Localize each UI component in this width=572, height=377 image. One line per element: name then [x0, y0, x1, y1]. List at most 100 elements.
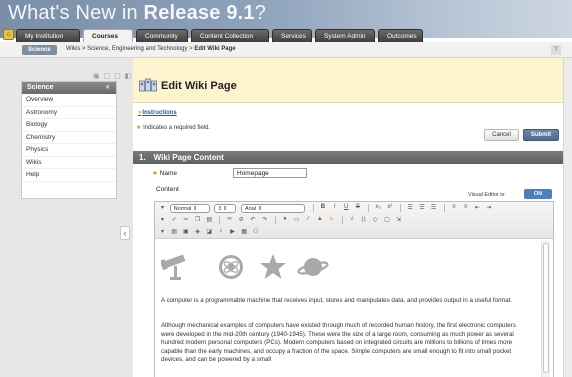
paragraph-1: A computer is a programmable machine tha… [161, 297, 513, 304]
sidebar-item-wikis[interactable]: Wikis [22, 157, 116, 169]
cancel-button[interactable]: Cancel [484, 129, 519, 141]
telescope-icon [159, 254, 329, 280]
web-link-icon[interactable]: ● [280, 216, 289, 222]
sidebar-item-astronomy[interactable]: Astronomy [22, 107, 116, 119]
highlight-icon[interactable]: ✎ [327, 216, 336, 223]
tab-outcomes[interactable]: Outcomes [378, 29, 423, 42]
copy-icon[interactable]: ❐ [193, 216, 202, 223]
close-icon[interactable]: ✕ [105, 82, 110, 94]
indent-icon[interactable]: ⇥ [484, 204, 493, 211]
size-select[interactable]: 3 ⇕ [214, 204, 237, 213]
paste-icon[interactable]: ▤ [205, 216, 214, 223]
instructions-link[interactable]: »Instructions [138, 110, 177, 116]
tab-my-institution[interactable]: My Institution [16, 29, 80, 42]
expand-arrow-icon: » [138, 110, 142, 116]
paragraph-2: Although mechanical examples of computer… [161, 322, 516, 364]
wiki-people-icon [139, 78, 157, 92]
preview-icon[interactable]: ▢ [382, 216, 391, 223]
page-title: Edit Wiki Page [161, 80, 237, 92]
underline-icon[interactable]: U [342, 204, 351, 210]
sidebar-item-help[interactable]: Help [22, 169, 116, 182]
visual-editor-label: Visual Editor is: [468, 192, 506, 198]
italic-icon[interactable]: I [330, 204, 339, 210]
link-icon[interactable]: ∞ [225, 216, 234, 222]
toolbar-toggle-icon[interactable]: ▾ [158, 216, 167, 223]
math-icon[interactable]: √ [347, 216, 356, 222]
toolbar-toggle-icon[interactable]: ▾ [158, 204, 167, 211]
align-right-icon[interactable]: ☰ [429, 204, 438, 211]
main-content: Edit Wiki Page »Instructions ★ Indicates… [133, 58, 564, 377]
required-star-icon: ★ [136, 125, 142, 131]
top-tab-bar: ⌂ My Institution Courses Community Conte… [0, 28, 572, 42]
editor-toolbar: ▾ Normal ⇕ 3 ⇕ Arial ⇕ B I U S x₂ x² ☰ ☰… [155, 202, 553, 239]
breadcrumb-links[interactable]: Wikis > Science, Engineering and Technol… [66, 46, 194, 52]
rich-text-editor: ▾ Normal ⇕ 3 ⇕ Arial ⇕ B I U S x₂ x² ☰ ☰… [154, 201, 554, 377]
html-code-icon[interactable]: ⟨⟩ [359, 216, 368, 223]
wiki-icon[interactable]: ⚇ [251, 228, 260, 235]
spellcheck-icon[interactable]: ✓ [170, 216, 179, 223]
insert-flash-icon[interactable]: ◪ [205, 228, 214, 235]
redo-icon[interactable]: ↷ [260, 216, 269, 223]
undo-icon[interactable]: ↶ [248, 216, 257, 223]
content-label: Content [156, 186, 179, 193]
science-icons [159, 252, 331, 280]
course-sidebar: ▣ ▢ ▢ ◧ Science ✕ Overview Astronomy Bio… [0, 58, 133, 377]
font-select[interactable]: Arial ⇕ [241, 204, 306, 213]
tab-services[interactable]: Services [272, 29, 312, 42]
sidebar-tools-icons[interactable]: ▣ ▢ ▢ ◧ [93, 72, 132, 80]
strikethrough-icon[interactable]: S [353, 204, 362, 210]
required-star-icon: ★ [152, 170, 158, 177]
course-pill[interactable]: Science [22, 45, 57, 55]
insert-mashup-icon[interactable]: ▦ [240, 228, 249, 235]
source-icon[interactable]: ◇ [371, 216, 380, 223]
sidebar-item-physics[interactable]: Physics [22, 144, 116, 157]
expand-icon[interactable]: ⇲ [394, 216, 403, 223]
unlink-icon[interactable]: ⊘ [237, 216, 246, 223]
sidebar-item-overview[interactable]: Overview [22, 94, 116, 107]
submit-button[interactable]: Submit [523, 129, 559, 141]
cut-icon[interactable]: ✂ [181, 216, 190, 223]
tab-community[interactable]: Community [136, 29, 188, 42]
align-center-icon[interactable]: ☰ [417, 204, 426, 211]
course-menu-header[interactable]: Science ✕ [22, 82, 116, 94]
editor-scroll-thumb[interactable] [543, 243, 549, 373]
insert-image-icon[interactable]: ▣ [181, 228, 190, 235]
visual-editor-toggle[interactable]: ON [524, 189, 552, 199]
tab-content-collection[interactable]: Content Collection [191, 29, 269, 42]
format-select[interactable]: Normal ⇕ [169, 204, 210, 213]
course-menu-title: Science [27, 84, 54, 91]
numbered-list-icon[interactable]: ≡ [449, 204, 458, 210]
editor-body[interactable]: A computer is a programmable machine tha… [155, 240, 553, 377]
banner-title: What's New in Release 9.1? [8, 2, 267, 24]
name-label: ★ Name [152, 170, 177, 177]
bullet-list-icon[interactable]: ≡ [461, 204, 470, 210]
sidebar-item-chemistry[interactable]: Chemistry [22, 132, 116, 144]
superscript-icon[interactable]: x² [385, 204, 394, 210]
text-color-icon[interactable]: ▲ [315, 216, 324, 222]
name-field[interactable] [233, 168, 307, 178]
align-left-icon[interactable]: ☰ [406, 204, 415, 211]
tab-courses[interactable]: Courses [83, 29, 133, 42]
toolbar-toggle-icon[interactable]: ▾ [158, 228, 167, 235]
subscript-icon[interactable]: x₂ [374, 204, 383, 210]
tab-system-admin[interactable]: System Admin [315, 29, 375, 42]
outdent-icon[interactable]: ⇤ [473, 204, 482, 211]
page-scrollbar[interactable] [563, 58, 572, 377]
attach-file-icon[interactable]: ▤ [170, 228, 179, 235]
required-note: ★ Indicates a required field. [136, 125, 211, 131]
insert-audio-icon[interactable]: ♪ [216, 228, 225, 234]
breadcrumb-trail: Wikis > Science, Engineering and Technol… [66, 46, 236, 52]
editor-scrollbar[interactable] [541, 241, 550, 377]
home-icon[interactable]: ⌂ [3, 29, 14, 40]
sidebar-item-biology[interactable]: Biology [22, 119, 116, 132]
page-header: Edit Wiki Page [133, 58, 564, 103]
insert-media-icon[interactable]: ◈ [193, 228, 202, 235]
collapse-sidebar-handle[interactable]: ‹ [120, 226, 130, 240]
bold-icon[interactable]: B [318, 204, 327, 210]
breadcrumb: Science Wikis > Science, Engineering and… [0, 42, 572, 58]
breadcrumb-current: Edit Wiki Page [194, 46, 236, 52]
help-button[interactable]: ? [551, 45, 561, 55]
table-icon[interactable]: ▭ [292, 216, 301, 223]
insert-video-icon[interactable]: ▶ [228, 228, 237, 235]
line-icon[interactable]: ∕ [304, 216, 313, 222]
